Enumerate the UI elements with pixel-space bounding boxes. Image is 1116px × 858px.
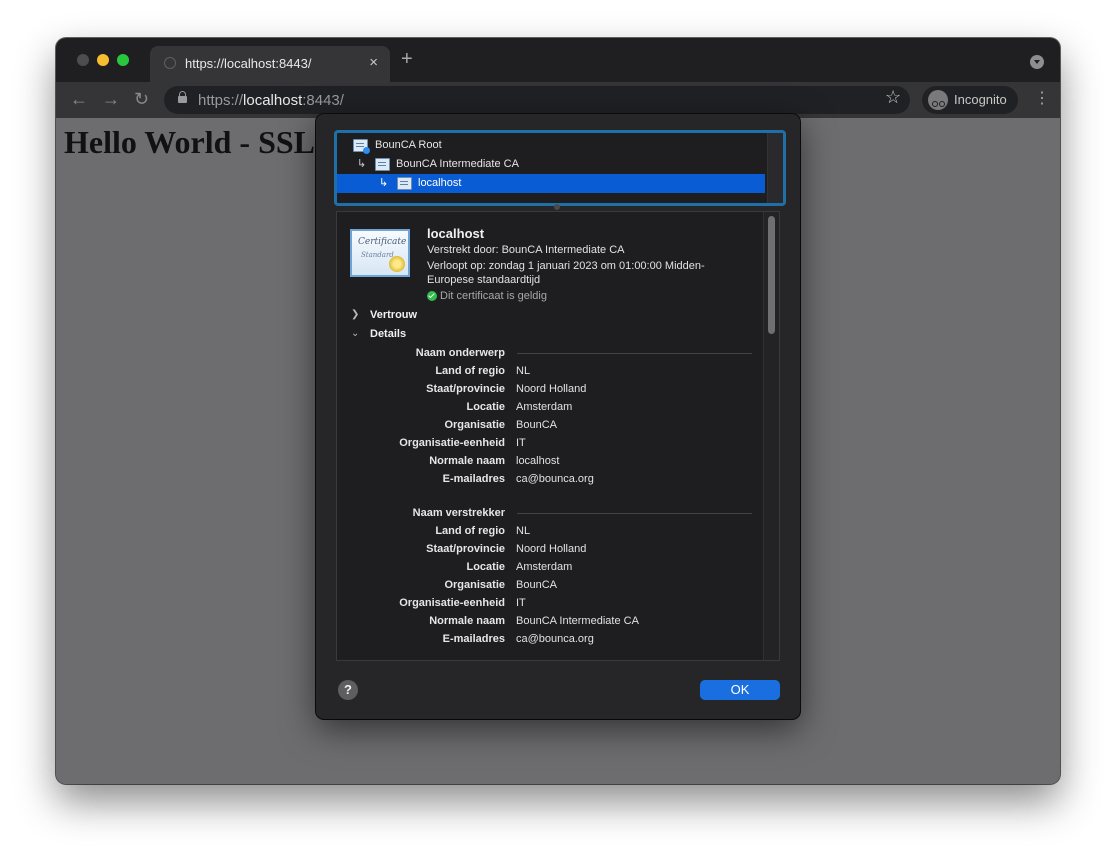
url-host: localhost [243,92,303,109]
detail-row-value: Noord Holland [516,543,587,555]
chain-item-label: BounCA Root [375,139,442,151]
detail-row-value: Amsterdam [516,401,573,413]
tree-branch-icon: ↳ [379,177,389,189]
detail-row-label: Normale naam [429,615,505,627]
window-minimize-button[interactable] [97,54,109,66]
tab-search-icon[interactable] [1030,55,1044,69]
checkmark-icon [427,291,437,301]
detail-row-value: ca@bounca.org [516,633,594,645]
detail-row-label: Organisatie [444,579,505,591]
detail-row-value: Noord Holland [516,383,587,395]
issuer-name-title: Naam verstrekker [412,507,505,519]
browser-toolbar: ← → ↻ https://localhost:8443/ ☆ Incognit… [56,82,1060,118]
detail-row-label: Staat/provincie [426,383,505,395]
detail-row-value: BounCA [516,419,557,431]
chain-item-root[interactable]: BounCA Root [337,136,765,155]
lock-icon[interactable] [178,91,187,103]
detail-scroll-thumb[interactable] [768,216,775,334]
url-scheme: https:// [198,92,244,109]
detail-row-value: IT [516,437,526,449]
chain-item-label: localhost [418,177,462,189]
expires-on-continued: Europese standaardtijd [427,274,541,286]
incognito-icon [928,90,948,110]
help-button[interactable]: ? [338,680,358,700]
detail-row-label: Organisatie-eenheid [399,437,505,449]
chain-item-localhost[interactable]: ↳ localhost [337,174,765,193]
detail-scrollbar[interactable] [763,212,779,660]
browser-tab[interactable]: https://localhost:8443/ × [150,46,390,82]
forward-arrow-icon[interactable]: → [102,88,120,110]
detail-row-value: NL [516,365,531,377]
validity-status: Dit certificaat is geldig [440,290,547,302]
chevron-right-icon[interactable]: ❯ [351,309,359,320]
detail-row-value: Amsterdam [516,561,573,573]
certificate-icon [375,158,390,171]
certificate-icon-subcaption: Standard [361,251,394,259]
issued-by: Verstrekt door: BounCA Intermediate CA [427,244,625,256]
url-text[interactable]: https://localhost:8443/ [198,92,344,109]
trust-section-toggle[interactable]: Vertrouw [370,309,417,321]
certificate-chain-list[interactable]: BounCA Root ↳ BounCA Intermediate CA ↳ l… [334,130,786,206]
detail-row-value: localhost [516,455,560,467]
tree-branch-icon: ↳ [357,158,367,170]
root-certificate-icon [353,139,370,154]
detail-row-value: BounCA [516,579,557,591]
detail-row-label: Organisatie-eenheid [399,597,505,609]
detail-row-value: BounCA Intermediate CA [516,615,639,627]
chain-item-intermediate[interactable]: ↳ BounCA Intermediate CA [337,155,765,174]
details-section-toggle[interactable]: Details [370,328,406,340]
tab-strip: https://localhost:8443/ × + [56,38,1060,82]
seal-icon [389,256,405,272]
detail-row-label: Land of regio [435,365,505,377]
detail-row-label: Locatie [466,401,505,413]
chain-item-label: BounCA Intermediate CA [396,158,519,170]
back-arrow-icon[interactable]: ← [70,88,88,110]
detail-row-label: E-mailadres [442,633,505,645]
tab-title: https://localhost:8443/ [185,56,312,71]
incognito-badge[interactable]: Incognito [922,86,1018,114]
certificate-large-icon: Certificate Standard [350,229,410,277]
certificate-name: localhost [427,226,485,241]
url-port-path: :8443/ [302,92,344,109]
detail-row-label: Land of regio [435,525,505,537]
tab-close-icon[interactable]: × [369,54,378,71]
detail-row-value: NL [516,525,531,537]
window-close-button[interactable] [77,54,89,66]
detail-row-label: E-mailadres [442,473,505,485]
bookmark-star-icon[interactable]: ☆ [885,88,901,106]
detail-row-label: Organisatie [444,419,505,431]
new-tab-button[interactable]: + [401,49,413,69]
detail-row-label: Normale naam [429,455,505,467]
reload-icon[interactable]: ↻ [134,88,149,110]
globe-icon [164,57,176,69]
chevron-down-icon[interactable]: ⌄ [351,328,359,339]
subject-divider [517,353,752,354]
detail-row-label: Locatie [466,561,505,573]
certificate-sheet: BounCA Root ↳ BounCA Intermediate CA ↳ l… [316,114,800,719]
split-handle[interactable] [554,204,560,210]
detail-row-value: IT [516,597,526,609]
ok-button[interactable]: OK [700,680,780,700]
menu-kebab-icon[interactable]: ⋮ [1034,89,1050,109]
expires-on: Verloopt op: zondag 1 januari 2023 om 01… [427,260,705,272]
certificate-icon-caption: Certificate [358,237,407,247]
certificate-detail-pane[interactable]: Certificate Standard localhost Verstrekt… [336,211,780,661]
issuer-divider [517,513,752,514]
address-bar[interactable]: https://localhost:8443/ [164,86,910,114]
detail-row-label: Staat/provincie [426,543,505,555]
detail-row-value: ca@bounca.org [516,473,594,485]
incognito-label: Incognito [954,92,1007,107]
certificate-icon [397,177,412,190]
subject-name-title: Naam onderwerp [415,347,505,359]
chain-scrollbar[interactable] [767,133,783,203]
window-maximize-button[interactable] [117,54,129,66]
